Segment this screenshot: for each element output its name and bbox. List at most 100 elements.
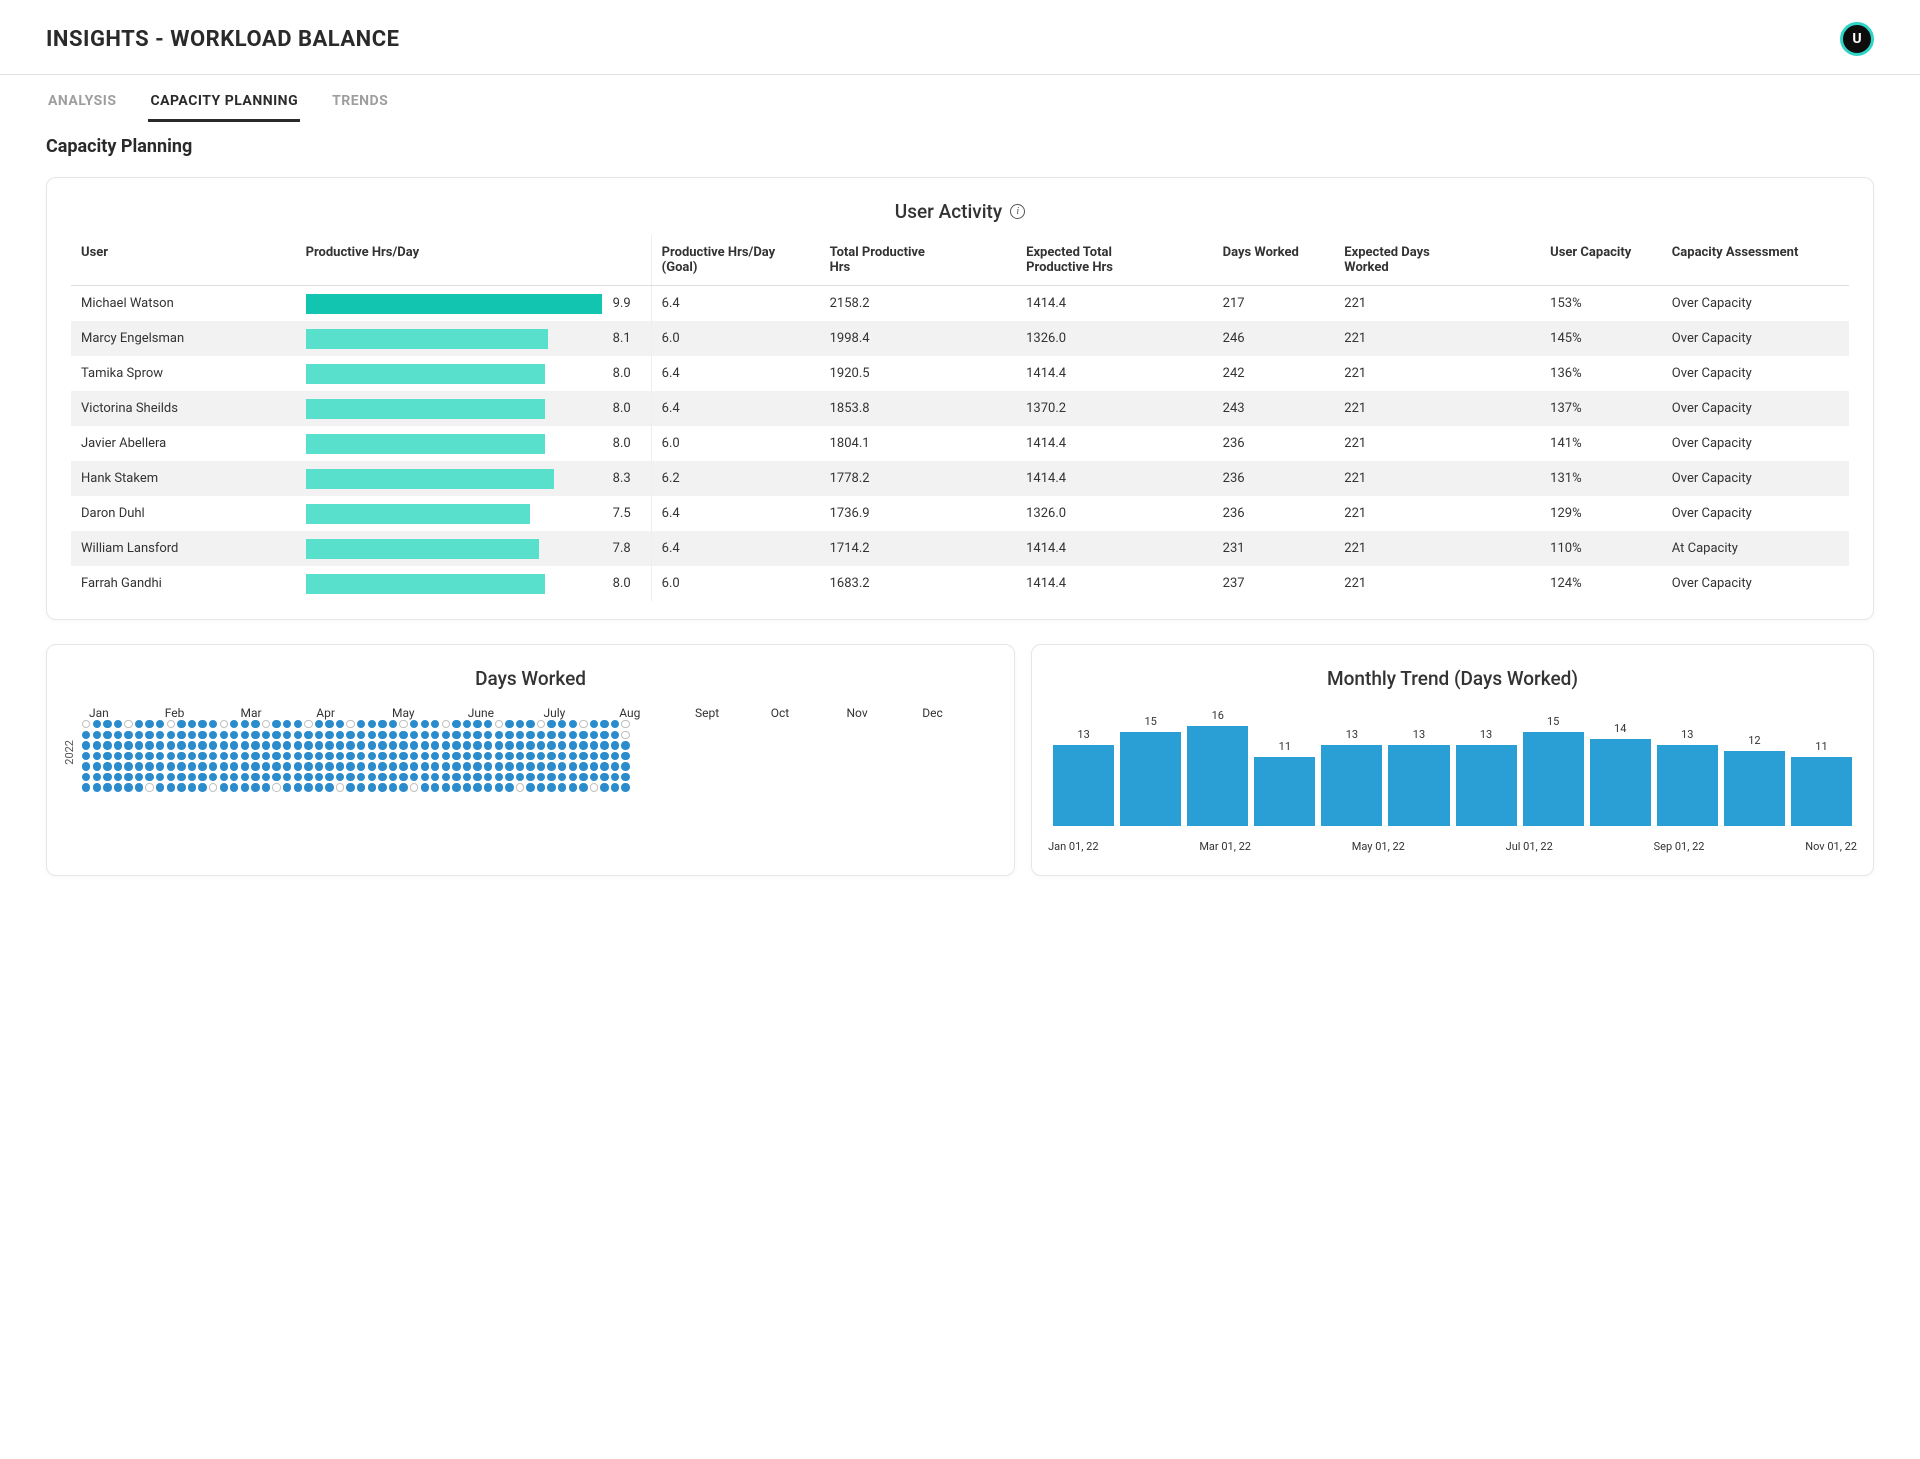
day-dot <box>294 773 302 781</box>
day-dot <box>463 752 471 760</box>
day-dot <box>124 762 132 770</box>
day-dot <box>442 762 450 770</box>
cell: 221 <box>1334 566 1540 601</box>
day-dot <box>399 731 407 739</box>
day-dot <box>304 741 312 749</box>
day-dot <box>505 762 513 770</box>
day-dot <box>272 762 280 770</box>
column-header[interactable]: Expected DaysWorked <box>1334 235 1540 286</box>
day-dot <box>410 783 418 791</box>
day-dot <box>272 741 280 749</box>
cell: 236 <box>1213 496 1335 531</box>
day-dot <box>82 752 90 760</box>
column-header[interactable]: Expected TotalProductive Hrs <box>1016 235 1213 286</box>
month-label: May <box>392 706 468 720</box>
capacity-cell: 136% <box>1540 356 1662 391</box>
column-header[interactable]: Productive Hrs/Day <box>296 235 652 286</box>
day-dot <box>188 720 196 728</box>
day-dot <box>495 773 503 781</box>
table-row[interactable]: Farrah Gandhi8.06.01683.21414.4237221124… <box>71 566 1849 601</box>
column-header[interactable]: Days Worked <box>1213 235 1335 286</box>
table-row[interactable]: Marcy Engelsman8.16.01998.41326.02462211… <box>71 321 1849 356</box>
cell: 1414.4 <box>1016 531 1213 566</box>
avatar[interactable]: U <box>1840 22 1874 56</box>
day-dot <box>135 752 143 760</box>
day-dot <box>325 773 333 781</box>
day-dot <box>346 752 354 760</box>
day-dot <box>262 762 270 770</box>
day-dot <box>526 762 534 770</box>
tab-analysis[interactable]: ANALYSIS <box>46 87 118 122</box>
day-dot <box>505 731 513 739</box>
day-dot <box>431 752 439 760</box>
day-dot <box>378 783 386 791</box>
day-dot <box>526 773 534 781</box>
day-dot <box>569 752 577 760</box>
day-dot <box>135 762 143 770</box>
column-header[interactable]: User Capacity <box>1540 235 1662 286</box>
x-tick: Jan 01, 22 <box>1048 840 1098 853</box>
day-dot <box>357 720 365 728</box>
day-dot <box>600 762 608 770</box>
month-label: Jan <box>89 706 165 720</box>
day-dot <box>600 773 608 781</box>
day-dot <box>569 762 577 770</box>
table-row[interactable]: Hank Stakem8.36.21778.21414.4236221131%O… <box>71 461 1849 496</box>
column-header[interactable]: Total ProductiveHrs <box>820 235 1017 286</box>
day-dot <box>315 773 323 781</box>
day-dot <box>114 762 122 770</box>
day-dot <box>241 720 249 728</box>
day-dot <box>399 762 407 770</box>
day-dot <box>526 731 534 739</box>
day-dot <box>262 773 270 781</box>
day-dot <box>315 731 323 739</box>
day-dot <box>241 783 249 791</box>
cell: 1414.4 <box>1016 461 1213 496</box>
cell: 221 <box>1334 286 1540 322</box>
day-dot <box>114 752 122 760</box>
days-worked-grid <box>82 720 632 792</box>
table-row[interactable]: Victorina Sheilds8.06.41853.81370.224322… <box>71 391 1849 426</box>
day-dot <box>389 783 397 791</box>
column-header[interactable]: Capacity Assessment <box>1662 235 1849 286</box>
tab-capacity-planning[interactable]: CAPACITY PLANNING <box>148 87 300 122</box>
day-dot <box>368 731 376 739</box>
info-icon[interactable]: i <box>1010 204 1025 219</box>
table-row[interactable]: Michael Watson9.96.42158.21414.421722115… <box>71 286 1849 322</box>
day-dot <box>103 773 111 781</box>
day-dot <box>241 752 249 760</box>
tab-trends[interactable]: TRENDS <box>330 87 390 122</box>
day-dot <box>558 773 566 781</box>
day-dot <box>103 752 111 760</box>
x-tick: Sep 01, 22 <box>1654 840 1705 853</box>
day-dot <box>82 783 90 791</box>
day-dot <box>325 762 333 770</box>
day-dot <box>304 731 312 739</box>
day-dot <box>579 752 587 760</box>
day-dot <box>389 741 397 749</box>
cell: 243 <box>1213 391 1335 426</box>
user-activity-card: User Activity i UserProductive Hrs/DayPr… <box>46 177 1874 620</box>
table-row[interactable]: Daron Duhl7.56.41736.91326.0236221129%Ov… <box>71 496 1849 531</box>
x-tick: Jul 01, 22 <box>1506 840 1553 853</box>
table-row[interactable]: Tamika Sprow8.06.41920.51414.4242221136%… <box>71 356 1849 391</box>
day-dot <box>547 783 555 791</box>
day-dot <box>230 731 238 739</box>
day-dot <box>177 741 185 749</box>
day-dot <box>336 720 344 728</box>
capacity-cell: 129% <box>1540 496 1662 531</box>
page-header: INSIGHTS - WORKLOAD BALANCE U <box>0 0 1920 75</box>
cell: 221 <box>1334 321 1540 356</box>
day-dot <box>410 741 418 749</box>
day-dot <box>103 783 111 791</box>
day-dot <box>410 731 418 739</box>
day-dot <box>93 773 101 781</box>
day-dot <box>621 720 629 728</box>
day-dot <box>600 783 608 791</box>
table-row[interactable]: Javier Abellera8.06.01804.11414.42362211… <box>71 426 1849 461</box>
day-dot <box>600 752 608 760</box>
column-header[interactable]: Productive Hrs/Day(Goal) <box>651 235 819 286</box>
table-row[interactable]: William Lansford7.86.41714.21414.4231221… <box>71 531 1849 566</box>
column-header[interactable]: User <box>71 235 296 286</box>
day-dot <box>103 741 111 749</box>
